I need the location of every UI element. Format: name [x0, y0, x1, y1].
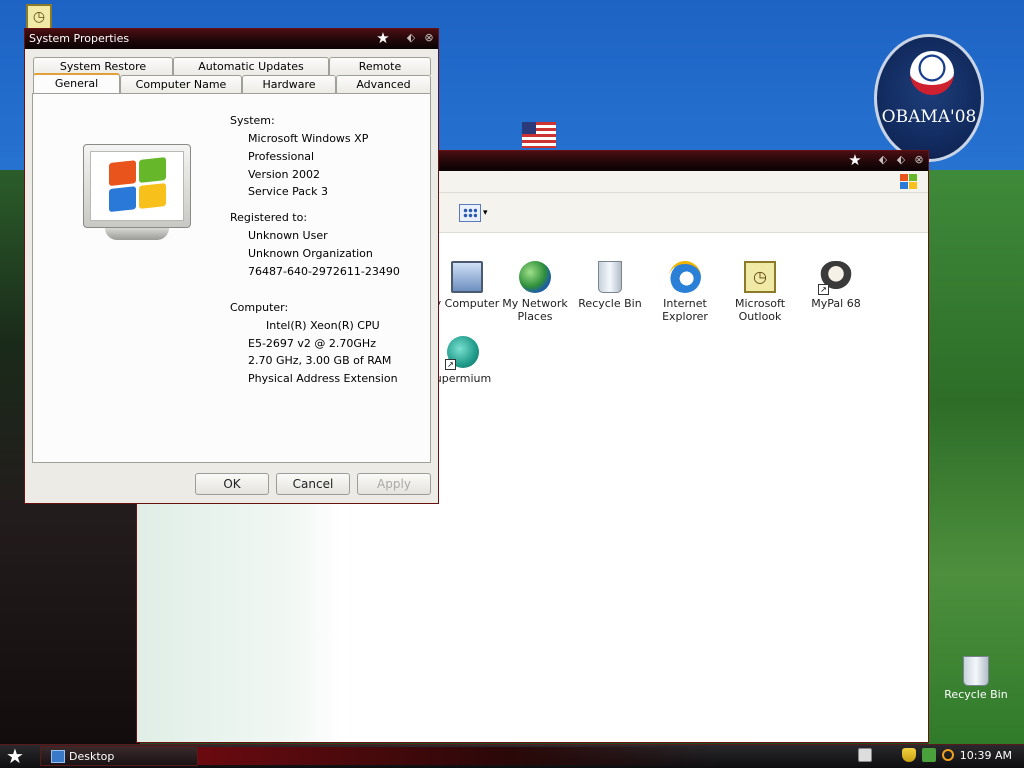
tab-hardware[interactable]: Hardware: [242, 75, 336, 93]
file-item-network-places[interactable]: My Network Places: [497, 261, 573, 323]
windows-logo-monitor-icon: [83, 144, 191, 242]
outlook-icon: ◷: [744, 261, 776, 293]
obama-logo-badge: OBAMA'08: [874, 34, 984, 162]
tab-remote[interactable]: Remote: [329, 57, 431, 75]
file-item-label: My Network Places: [502, 297, 568, 323]
file-item-my-computer[interactable]: y Computer: [429, 261, 505, 310]
ok-button[interactable]: OK: [195, 473, 269, 495]
file-item-label: Internet Explorer: [662, 297, 708, 323]
shortcut-arrow-icon: ↗: [445, 359, 456, 370]
file-item-outlook[interactable]: ◷ Microsoft Outlook: [722, 261, 798, 323]
obama-text: OBAMA'08: [881, 107, 977, 127]
system-tray: 10:39 AM: [857, 748, 1012, 762]
keyboard-icon[interactable]: [857, 748, 872, 762]
close-button[interactable]: ⊗: [912, 153, 926, 167]
file-item-label: y Computer: [434, 297, 500, 310]
taskbar-item-desktop[interactable]: Desktop: [40, 746, 198, 766]
taskbar-band: [198, 747, 718, 765]
taskbar: ★ Desktop 10:39 AM: [0, 744, 1024, 768]
dialog-titlebar[interactable]: System Properties ★ ⬖ ⊗: [25, 29, 438, 49]
service-pack: Service Pack 3: [248, 185, 328, 198]
cpu-line-3: 2.70 GHz, 3.00 GB of RAM: [248, 354, 392, 367]
file-item-mypal[interactable]: ↗ MyPal 68: [798, 261, 874, 310]
shortcut-arrow-icon: ↗: [818, 284, 829, 295]
system-properties-dialog: System Properties ★ ⬖ ⊗ System Restore A…: [24, 28, 439, 504]
star-icon: ★: [376, 29, 390, 47]
recycle-bin-icon: [963, 656, 989, 686]
network-icon[interactable]: [921, 748, 936, 762]
system-label: System:: [230, 114, 275, 127]
clock[interactable]: 10:39 AM: [960, 749, 1012, 762]
computer-label: Computer:: [230, 301, 289, 314]
file-item-internet-explorer[interactable]: Internet Explorer: [647, 261, 723, 323]
obama-logo-icon: [910, 51, 954, 95]
tab-automatic-updates[interactable]: Automatic Updates: [173, 57, 329, 75]
maximize-button[interactable]: ⬖: [894, 153, 908, 167]
file-item-label: upermium: [434, 372, 492, 385]
recycle-bin-icon: [598, 261, 622, 293]
help-button[interactable]: ⬖: [404, 31, 418, 45]
registered-label: Registered to:: [230, 211, 308, 224]
star-icon: ★: [848, 151, 862, 169]
taskbar-item-label: Desktop: [69, 750, 115, 763]
desktop-recycle-bin[interactable]: Recycle Bin: [944, 656, 1008, 701]
ie-icon: [669, 261, 701, 293]
product-id: 76487-640-2972611-23490: [248, 265, 400, 278]
network-icon: [519, 261, 551, 293]
general-tab-panel: System: Microsoft Windows XP Professiona…: [32, 93, 431, 463]
desktop-icon: [51, 750, 65, 763]
close-button[interactable]: ⊗: [422, 31, 436, 45]
windows-flag-icon: [900, 174, 917, 189]
file-item-label: MyPal 68: [811, 297, 861, 310]
tab-general[interactable]: General: [33, 73, 120, 93]
flag-decoration: [522, 122, 556, 148]
cancel-button[interactable]: Cancel: [276, 473, 350, 495]
views-button[interactable]: ▾: [459, 204, 488, 222]
os-edition: Professional: [248, 150, 315, 163]
chevron-down-icon: ▾: [483, 208, 488, 218]
start-button[interactable]: ★: [6, 745, 24, 767]
registered-organization: Unknown Organization: [248, 247, 373, 260]
cpu-line-4: Physical Address Extension: [248, 372, 398, 385]
tab-advanced[interactable]: Advanced: [336, 75, 431, 93]
file-item-label: Recycle Bin: [578, 297, 642, 310]
file-item-label: Microsoft Outlook: [734, 297, 786, 323]
os-version: Version 2002: [248, 168, 320, 181]
mypal-icon: ↗: [818, 261, 852, 295]
security-shield-icon[interactable]: [901, 748, 916, 762]
minimize-button[interactable]: ⬖: [876, 153, 890, 167]
tab-computer-name[interactable]: Computer Name: [120, 75, 242, 93]
outlook-desktop-icon[interactable]: ◷: [26, 4, 52, 30]
apply-button[interactable]: Apply: [357, 473, 431, 495]
tab-row-front: General Computer Name Hardware Advanced: [33, 73, 431, 93]
supermium-icon: ↗: [445, 336, 479, 370]
dialog-title: System Properties: [29, 32, 130, 45]
os-name: Microsoft Windows XP: [248, 132, 369, 145]
file-item-recycle-bin[interactable]: Recycle Bin: [572, 261, 648, 310]
desktop-recycle-bin-label: Recycle Bin: [944, 688, 1008, 701]
registered-user: Unknown User: [248, 229, 328, 242]
search-icon[interactable]: [941, 749, 954, 761]
views-icon: [459, 204, 481, 222]
computer-icon: [451, 261, 483, 293]
cpu-line-2: E5-2697 v2 @ 2.70GHz: [248, 337, 376, 350]
cpu-line-1: Intel(R) Xeon(R) CPU: [266, 319, 380, 332]
